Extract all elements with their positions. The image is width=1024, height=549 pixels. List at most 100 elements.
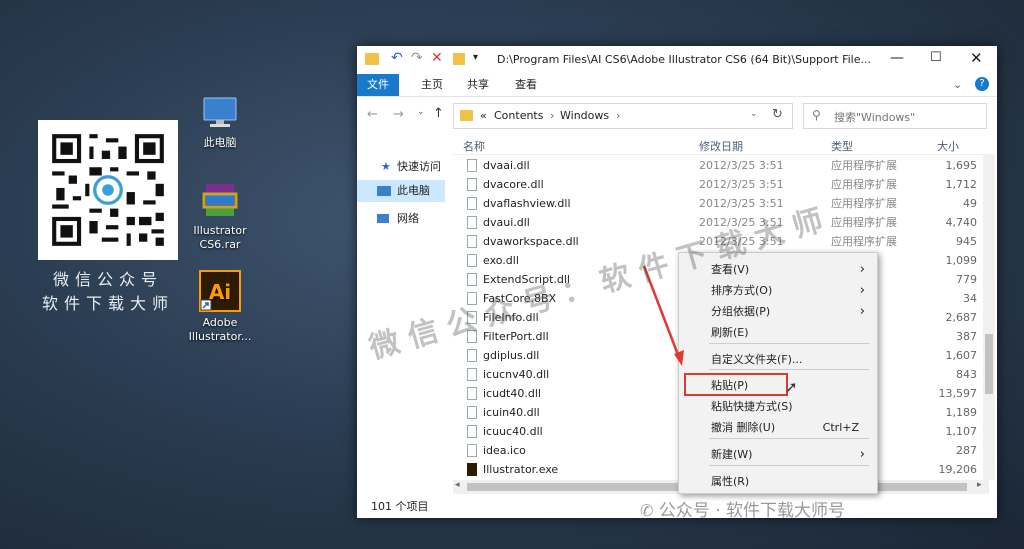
address-bar-row: ← → ⌄ ↑ « Contents › Windows › ⌄ ↻ ⚲ 搜索"… <box>357 97 997 135</box>
column-date[interactable]: 修改日期 <box>699 138 743 154</box>
desktop-icon-rar[interactable]: Illustrator CS6.rar <box>180 180 260 252</box>
file-name: idea.ico <box>483 444 526 457</box>
menu-item-label: 粘贴快捷方式(S) <box>711 400 793 413</box>
address-dropdown-icon[interactable]: ⌄ <box>750 109 758 119</box>
breadcrumb-contents[interactable]: Contents <box>494 109 543 122</box>
scrollbar-thumb[interactable] <box>985 334 993 394</box>
folder-icon <box>453 53 465 65</box>
scroll-left-icon[interactable]: ◂ <box>455 480 460 490</box>
breadcrumb-separator-icon: › <box>550 109 555 122</box>
folder-icon <box>365 53 379 65</box>
monitor-icon <box>203 97 237 127</box>
desktop-icon-this-pc[interactable]: 此电脑 <box>180 96 260 150</box>
menu-item-label: 自定义文件夹(F)... <box>711 353 803 366</box>
column-type[interactable]: 类型 <box>831 138 853 154</box>
file-date: 2012/3/25 3:51 <box>699 159 784 172</box>
nav-item-this-pc[interactable]: 此电脑 <box>357 180 445 202</box>
menu-item-label: 属性(R) <box>711 475 750 488</box>
folder-icon <box>460 110 473 121</box>
file-size: 387 <box>956 330 977 343</box>
menu-item-label: 新建(W) <box>711 448 753 461</box>
address-field[interactable]: « Contents › Windows › ⌄ ↻ <box>453 103 793 129</box>
nav-item-quick-access[interactable]: ★ 快速访问 <box>357 156 445 178</box>
table-row[interactable]: dvaai.dll 2012/3/25 3:51 应用程序扩展 1,695 <box>453 156 993 175</box>
qr-code-card <box>38 120 178 260</box>
file-icon <box>467 425 477 438</box>
file-size: 945 <box>956 235 977 248</box>
maximize-button[interactable]: ☐ <box>930 50 942 65</box>
file-size: 1,607 <box>945 349 978 362</box>
back-arrow-icon[interactable]: ← <box>367 107 378 122</box>
submenu-arrow-icon: › <box>859 447 865 462</box>
table-row[interactable]: dvacore.dll 2012/3/25 3:51 应用程序扩展 1,712 <box>453 175 993 194</box>
file-icon <box>467 273 477 286</box>
window-title-path: D:\Program Files\AI CS6\Adobe Illustrato… <box>497 53 871 66</box>
ribbon-expand-icon[interactable]: ⌄ <box>953 78 962 91</box>
breadcrumb-windows[interactable]: Windows <box>560 109 609 122</box>
menu-item[interactable]: 粘贴快捷方式(S) <box>681 396 875 417</box>
tab-file[interactable]: 文件 <box>357 74 399 96</box>
menu-item-shortcut: Ctrl+Z <box>822 421 859 434</box>
breadcrumb-overflow[interactable]: « <box>480 109 487 122</box>
file-name: icuin40.dll <box>483 406 540 419</box>
file-size: 1,695 <box>945 159 978 172</box>
file-date: 2012/3/25 3:51 <box>699 178 784 191</box>
caption-line-2: 软件下载大师 <box>41 294 174 313</box>
redo-icon[interactable]: ↷ <box>411 50 423 66</box>
up-arrow-icon[interactable]: ↑ <box>433 106 444 121</box>
close-button[interactable]: ✕ <box>970 49 983 67</box>
file-type: 应用程序扩展 <box>831 178 897 191</box>
help-icon[interactable]: ? <box>975 77 989 91</box>
undo-icon[interactable]: ↶ <box>391 50 403 66</box>
menu-item[interactable]: 属性(R) <box>681 471 875 492</box>
tab-home[interactable]: 主页 <box>411 74 453 96</box>
delete-icon[interactable]: ✕ <box>431 50 443 66</box>
nav-item-network[interactable]: 网络 <box>357 208 445 230</box>
qr-code-image <box>48 130 168 250</box>
file-icon <box>467 235 477 248</box>
forward-arrow-icon[interactable]: → <box>393 107 404 122</box>
quick-access-dropdown-icon[interactable]: ▾ <box>473 52 478 63</box>
tab-share[interactable]: 共享 <box>457 74 499 96</box>
recent-dropdown-icon[interactable]: ⌄ <box>417 107 425 117</box>
menu-item[interactable]: 撤消 删除(U) Ctrl+Z <box>681 417 875 438</box>
menu-item[interactable]: 刷新(E) <box>681 322 875 343</box>
file-type: 应用程序扩展 <box>831 197 897 210</box>
tab-view[interactable]: 查看 <box>505 74 547 96</box>
vertical-scrollbar[interactable] <box>983 154 995 480</box>
file-size: 13,597 <box>938 387 978 400</box>
column-name[interactable]: 名称 <box>463 138 485 154</box>
minimize-button[interactable]: — <box>890 50 904 66</box>
desktop-icon-illustrator[interactable]: Ai Adobe Illustrator... <box>180 270 260 344</box>
search-placeholder: 搜索"Windows" <box>834 111 916 124</box>
file-name: dvaflashview.dll <box>483 197 571 210</box>
refresh-icon[interactable]: ↻ <box>772 107 783 122</box>
menu-item-label: 刷新(E) <box>711 326 749 339</box>
file-size: 19,206 <box>938 463 978 476</box>
footer-watermark: ✆ 公众号 · 软件下载大师号 <box>640 496 845 521</box>
menu-item[interactable]: 分组依据(P) › <box>681 301 875 322</box>
file-size: 34 <box>963 292 977 305</box>
menu-item[interactable]: 排序方式(O) › <box>681 280 875 301</box>
table-row[interactable]: dvaflashview.dll 2012/3/25 3:51 应用程序扩展 49 <box>453 194 993 213</box>
file-icon <box>467 349 477 362</box>
file-icon <box>467 197 477 210</box>
monitor-icon <box>377 186 391 196</box>
menu-separator <box>709 438 869 439</box>
submenu-arrow-icon: › <box>859 283 865 298</box>
illustrator-file-icon <box>467 463 477 476</box>
column-size[interactable]: 大小 <box>937 138 959 154</box>
menu-item[interactable]: 自定义文件夹(F)... <box>681 349 875 370</box>
file-icon <box>467 178 477 191</box>
desktop-icon-label: Adobe Illustrator... <box>188 316 252 343</box>
scroll-right-icon[interactable]: ▸ <box>977 480 982 490</box>
menu-separator <box>709 465 869 466</box>
search-field[interactable]: ⚲ 搜索"Windows" <box>803 103 987 129</box>
star-icon: ★ <box>381 160 391 173</box>
item-count: 101 个项目 <box>371 500 429 513</box>
nav-label: 此电脑 <box>397 184 430 197</box>
file-size: 287 <box>956 444 977 457</box>
wechat-icon: ✆ <box>640 501 654 520</box>
menu-item[interactable]: 新建(W) › <box>681 444 875 465</box>
menu-item-label: 分组依据(P) <box>711 305 771 318</box>
